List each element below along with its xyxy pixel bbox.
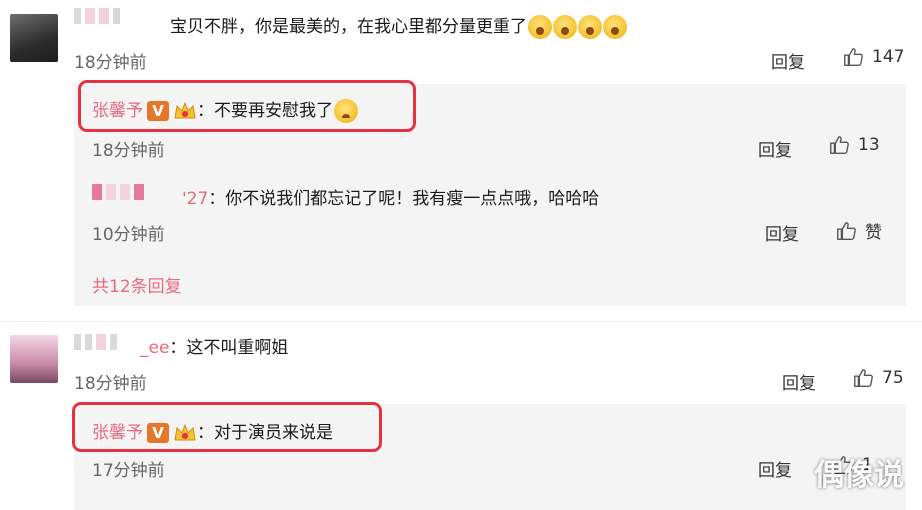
scream-emoji-icon [553,15,577,39]
thumb-up-icon [837,221,856,240]
verified-badge-icon: V [147,423,169,443]
reply-text-content: ：对于演员来说是 [197,423,333,443]
reply-text: '27：你不说我们都忘记了呢！我有瘦一点点哦，哈哈哈 [182,184,599,209]
divider [0,321,922,322]
reply-text: 张馨予 V ：不要再安慰我了 [92,96,358,123]
like-label: 赞 [865,223,882,243]
reply-text-content: ：不要再安慰我了 [197,101,333,121]
reply-time: 10分钟前 [92,225,165,245]
watermark: 偶像说 [814,458,904,493]
scream-emoji-icon [603,15,627,39]
like-button[interactable]: 75 [852,367,904,389]
like-count: 147 [872,47,905,67]
comment-username-suffix[interactable]: _ee [140,338,169,358]
reply-button[interactable]: 回复 [758,456,792,481]
like-button[interactable]: 13 [828,134,880,156]
reply-text: 张馨予 V ：对于演员来说是 [92,418,333,444]
comment-text: 宝贝不胖，你是最美的，在我心里都分量更重了 [170,12,627,39]
scream-emoji-icon [578,15,602,39]
reply-username-suffix[interactable]: '27 [182,189,208,209]
thumb-up-icon [844,48,863,66]
like-count: 75 [882,368,904,388]
more-replies-link[interactable]: 共12条回复 [92,272,182,297]
comment-text-content: 宝贝不胖，你是最美的，在我心里都分量更重了 [170,17,527,37]
comment-text: _ee：这不叫重啊姐 [140,333,288,358]
pixelated-username [74,8,120,24]
like-count: 13 [858,135,880,155]
avatar[interactable] [10,14,58,62]
crown-icon [174,101,196,119]
comment-time: 18分钟前 [74,53,147,73]
reply-time: 18分钟前 [92,141,165,161]
reply-username[interactable]: 张馨予 [92,423,143,443]
verified-badge-icon: V [147,101,169,121]
reply-button[interactable]: 回复 [765,220,799,245]
thumb-up-icon [830,136,849,154]
like-button[interactable]: 赞 [835,218,882,243]
avatar[interactable] [10,335,58,383]
reply-text-content: ：你不说我们都忘记了呢！我有瘦一点点哦，哈哈哈 [208,189,600,209]
pixelated-username [74,334,117,350]
reply-username[interactable]: 张馨予 [92,101,143,121]
reply-button[interactable]: 回复 [771,48,805,73]
pixelated-username [92,184,144,200]
thumb-up-icon [854,369,873,387]
comment-time: 18分钟前 [74,374,147,394]
scream-emoji-icon [528,15,552,39]
reply-button[interactable]: 回复 [758,136,792,161]
crown-icon [174,423,196,441]
comment-text-content: ：这不叫重啊姐 [169,338,289,358]
like-button[interactable]: 147 [842,46,904,68]
reply-time: 17分钟前 [92,461,165,481]
reply-button[interactable]: 回复 [782,369,816,394]
pleading-emoji-icon [334,99,358,123]
